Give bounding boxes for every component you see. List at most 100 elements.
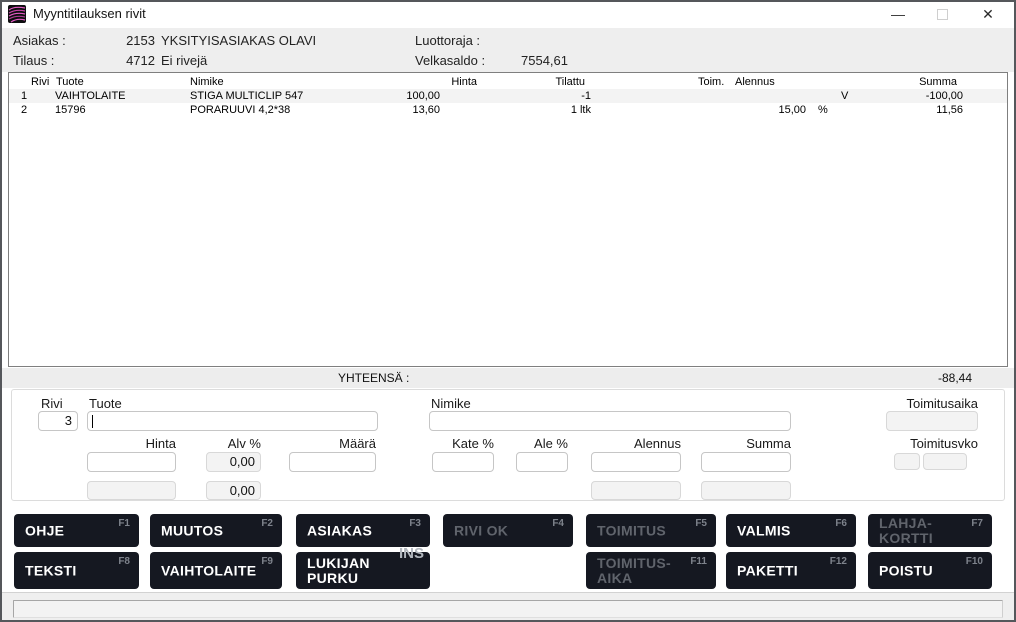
ale-input[interactable] bbox=[516, 452, 568, 472]
app-logo-icon bbox=[8, 5, 26, 23]
poistu-key-label: F10 bbox=[966, 556, 983, 567]
cell-hinta: 13,60 bbox=[352, 104, 440, 116]
paketti-button-label: PAKETTI bbox=[737, 563, 798, 578]
cell-rivi: 1 bbox=[21, 90, 27, 102]
debt-balance-label: Velkasaldo : bbox=[415, 53, 485, 68]
vaihtolaite-key-label: F9 bbox=[261, 556, 273, 567]
cell-rivi: 2 bbox=[21, 104, 27, 116]
ohje-button[interactable]: OHJE F1 bbox=[14, 514, 139, 547]
alv-secondary-input[interactable]: 0,00 bbox=[206, 481, 261, 500]
poistu-button-label: POISTU bbox=[879, 563, 933, 578]
paketti-button[interactable]: PAKETTI F12 bbox=[726, 552, 856, 589]
toimitusvko-year-input[interactable] bbox=[894, 453, 920, 470]
teksti-key-label: F8 bbox=[118, 556, 130, 567]
cell-tilattu: 1 ltk bbox=[511, 104, 591, 116]
lukijan-purku-button[interactable]: LUKIJAN PURKU INS bbox=[296, 552, 430, 589]
tuote-input[interactable] bbox=[87, 411, 378, 431]
alv-input[interactable]: 0,00 bbox=[206, 452, 261, 472]
maximize-icon bbox=[937, 9, 948, 20]
credit-limit-label: Luottoraja : bbox=[415, 33, 480, 48]
toimitusvko-week-input[interactable] bbox=[923, 453, 967, 470]
toimitus-button[interactable]: TOIMITUS F5 bbox=[586, 514, 716, 547]
minimize-button[interactable]: — bbox=[876, 0, 920, 28]
alennus-label: Alennus bbox=[591, 436, 681, 451]
customer-label: Asiakas : bbox=[13, 33, 66, 48]
customer-name: YKSITYISASIAKAS OLAVI bbox=[161, 33, 316, 48]
window-title: Myyntitilauksen rivit bbox=[33, 6, 146, 21]
cell-tuote: 15796 bbox=[55, 104, 86, 116]
alennus-input[interactable] bbox=[591, 452, 681, 472]
muutos-button[interactable]: MUUTOS F2 bbox=[150, 514, 282, 547]
cell-discount-type: % bbox=[818, 104, 828, 116]
toimitusaika-input[interactable] bbox=[886, 411, 978, 431]
hinta-input[interactable] bbox=[87, 452, 176, 472]
nimike-label: Nimike bbox=[431, 396, 471, 411]
cell-tilattu: -1 bbox=[511, 90, 591, 102]
alennus-secondary-input[interactable] bbox=[591, 481, 681, 500]
table-row[interactable]: 1 VAIHTOLAITE STIGA MULTICLIP 547 100,00… bbox=[9, 89, 1007, 103]
text-caret bbox=[92, 415, 93, 428]
cell-flag: V bbox=[841, 90, 848, 102]
valmis-button-label: VALMIS bbox=[737, 523, 791, 538]
asiakas-key-label: F3 bbox=[409, 518, 421, 529]
order-header: Asiakas : 2153 YKSITYISASIAKAS OLAVI Til… bbox=[0, 28, 1016, 72]
order-info: Ei rivejä bbox=[161, 53, 207, 68]
rivi-input[interactable]: 3 bbox=[38, 411, 78, 431]
summa-secondary-input[interactable] bbox=[701, 481, 791, 500]
valmis-button[interactable]: VALMIS F6 bbox=[726, 514, 856, 547]
cell-nimike: STIGA MULTICLIP 547 bbox=[190, 90, 303, 102]
order-number: 4712 bbox=[95, 53, 155, 68]
row-entry-form: Rivi 3 Tuote Nimike Toimitusaika Hinta A… bbox=[11, 389, 1005, 501]
status-message-field bbox=[13, 600, 1003, 618]
col-header-summa: Summa bbox=[877, 76, 957, 88]
toimitusaika-button[interactable]: TOIMITUS- AIKA F11 bbox=[586, 552, 716, 589]
cell-summa: 11,56 bbox=[883, 104, 963, 116]
lukijan-purku-key-label: INS bbox=[399, 545, 424, 562]
kate-input[interactable] bbox=[432, 452, 494, 472]
hinta-label: Hinta bbox=[87, 436, 176, 451]
poistu-button[interactable]: POISTU F10 bbox=[868, 552, 992, 589]
maximize-button[interactable] bbox=[920, 0, 964, 28]
customer-number: 2153 bbox=[95, 33, 155, 48]
col-header-alennus: Alennus bbox=[735, 76, 805, 88]
cell-tuote: VAIHTOLAITE bbox=[55, 90, 126, 102]
col-header-toim: Toim. bbox=[698, 76, 724, 88]
debt-balance-value: 7554,61 bbox=[478, 53, 568, 68]
nimike-input[interactable] bbox=[429, 411, 791, 431]
ale-label: Ale % bbox=[516, 436, 568, 451]
summa-input[interactable] bbox=[701, 452, 791, 472]
tuote-label: Tuote bbox=[89, 396, 122, 411]
total-bar: YHTEENSÄ : -88,44 bbox=[0, 368, 1016, 388]
close-icon: ✕ bbox=[982, 6, 994, 23]
teksti-button-label: TEKSTI bbox=[25, 563, 77, 578]
toimitusvko-label: Toimitusvko bbox=[883, 436, 978, 451]
alv-label: Alv % bbox=[206, 436, 261, 451]
summa-label: Summa bbox=[701, 436, 791, 451]
toimitusaika-key-label: F11 bbox=[690, 556, 707, 567]
table-row[interactable]: 2 15796 PORARUUVI 4,2*38 13,60 1 ltk 15,… bbox=[9, 103, 1007, 117]
lahjakortti-key-label: F7 bbox=[971, 518, 983, 529]
rivi-ok-key-label: F4 bbox=[552, 518, 564, 529]
muutos-key-label: F2 bbox=[261, 518, 273, 529]
status-bar bbox=[0, 592, 1016, 622]
hinta-secondary-input[interactable] bbox=[87, 481, 176, 500]
toimitusaika-button-label: TOIMITUS- AIKA bbox=[597, 556, 671, 586]
vaihtolaite-button[interactable]: VAIHTOLAITE F9 bbox=[150, 552, 282, 589]
col-header-tuote: Tuote bbox=[56, 76, 84, 88]
order-rows-table: Rivi Tuote Nimike Hinta Tilattu Toim. Al… bbox=[8, 72, 1008, 367]
ohje-button-label: OHJE bbox=[25, 523, 64, 538]
maara-input[interactable] bbox=[289, 452, 376, 472]
toimitus-key-label: F5 bbox=[695, 518, 707, 529]
toimitusaika-label: Toimitusaika bbox=[886, 396, 978, 411]
lahjakortti-button[interactable]: LAHJA- KORTTI F7 bbox=[868, 514, 992, 547]
rivi-ok-button[interactable]: RIVI OK F4 bbox=[443, 514, 573, 547]
asiakas-button-label: ASIAKAS bbox=[307, 523, 372, 538]
paketti-key-label: F12 bbox=[830, 556, 847, 567]
maara-label: Määrä bbox=[289, 436, 376, 451]
titlebar: Myyntitilauksen rivit — ✕ bbox=[0, 0, 1016, 28]
sales-order-rows-window: Myyntitilauksen rivit — ✕ Asiakas : 2153… bbox=[0, 0, 1016, 622]
total-label: YHTEENSÄ : bbox=[338, 371, 409, 385]
teksti-button[interactable]: TEKSTI F8 bbox=[14, 552, 139, 589]
asiakas-button[interactable]: ASIAKAS F3 bbox=[296, 514, 430, 547]
close-button[interactable]: ✕ bbox=[966, 0, 1010, 28]
